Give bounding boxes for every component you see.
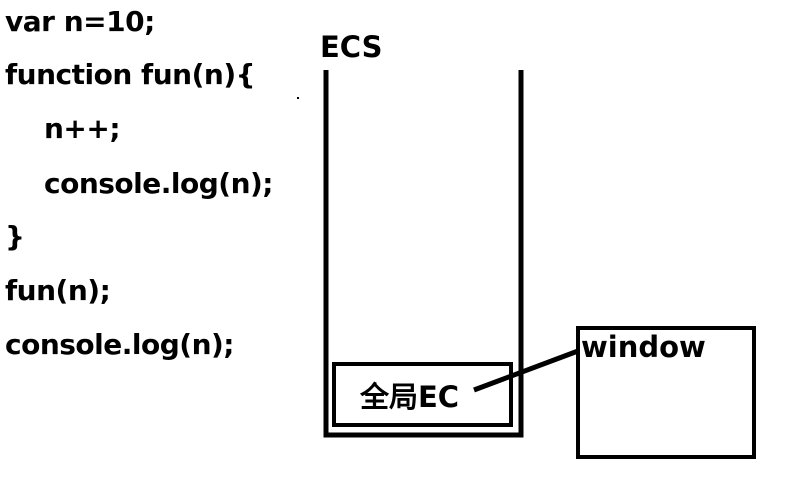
- ecs-label: ECS: [320, 30, 383, 64]
- global-ec-label: 全局EC: [360, 380, 460, 414]
- window-label: window: [581, 330, 706, 364]
- global-ec-to-window-link: [473, 348, 579, 393]
- stray-dot: [297, 97, 299, 99]
